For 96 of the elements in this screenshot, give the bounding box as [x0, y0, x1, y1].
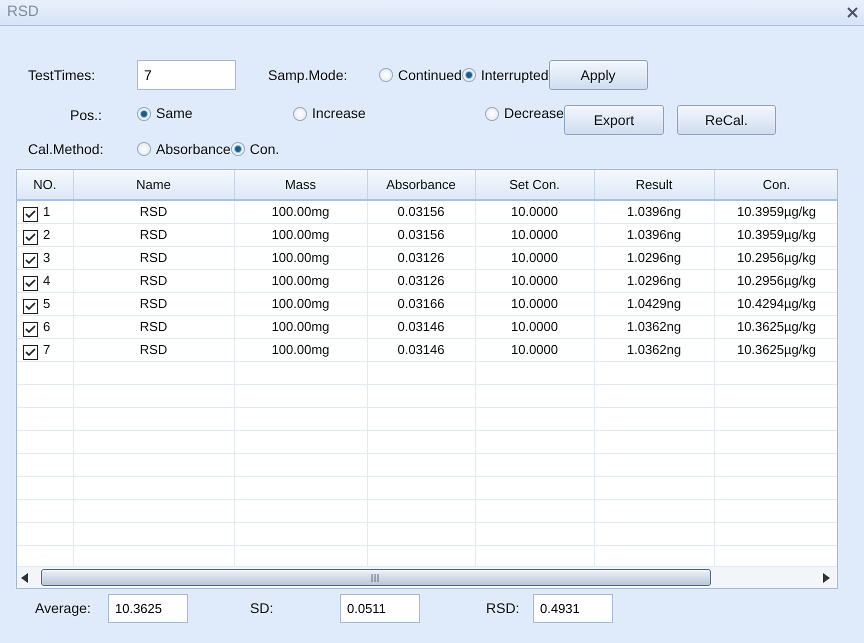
- table-cell: RSD: [73, 292, 234, 315]
- table-cell: 10.0000: [475, 200, 594, 223]
- table-cell: 10.3625µg/kg: [714, 338, 837, 361]
- radio-button[interactable]: [137, 142, 151, 156]
- table-cell: 6: [43, 318, 50, 334]
- table-cell: RSD: [73, 200, 234, 223]
- table-cell: 100.00mg: [234, 292, 367, 315]
- checkbox[interactable]: [23, 230, 38, 244]
- table-cell: 1.0362ng: [594, 338, 714, 361]
- radio-label[interactable]: Con.: [250, 138, 280, 160]
- button[interactable]: Export: [564, 105, 664, 135]
- table-cell: 10.0000: [475, 223, 594, 246]
- table-cell: 10.4294µg/kg: [714, 292, 837, 315]
- column-header[interactable]: Con.: [714, 170, 837, 200]
- table-cell: 100.00mg: [234, 269, 367, 292]
- table-cell: 5: [43, 296, 50, 310]
- scroll-left-icon[interactable]: [21, 572, 29, 583]
- input-field[interactable]: 7: [137, 60, 236, 90]
- checkbox[interactable]: [23, 252, 38, 268]
- checkbox[interactable]: [23, 322, 38, 336]
- table-cell: 1.0296ng: [594, 246, 714, 269]
- table-cell: RSD: [73, 223, 234, 246]
- table-cell: RSD: [73, 315, 234, 338]
- table-cell: 7: [43, 342, 50, 356]
- table-cell: 1.0429ng: [594, 292, 714, 315]
- table-cell: 100.00mg: [234, 338, 367, 361]
- field-label: Samp.Mode:: [268, 66, 348, 85]
- radio-button[interactable]: [485, 106, 499, 120]
- table-cell: 1.0296ng: [594, 269, 714, 292]
- table-cell: 10.0000: [475, 315, 594, 338]
- checkbox[interactable]: [23, 298, 38, 314]
- table-cell: 0.03146: [367, 315, 475, 338]
- radio-button[interactable]: [293, 106, 307, 120]
- table-cell: 0.03146: [367, 338, 475, 361]
- field-label: RSD:: [486, 599, 520, 618]
- table-cell: 3: [43, 250, 50, 264]
- table-cell: 10.2956µg/kg: [714, 269, 837, 292]
- column-header[interactable]: Set Con.: [475, 170, 594, 200]
- table-cell: 1.0396ng: [594, 223, 714, 246]
- input-field[interactable]: 0.4931: [533, 594, 613, 623]
- table-cell: 10.3959µg/kg: [714, 200, 837, 223]
- radio-label[interactable]: Decrease: [504, 103, 564, 124]
- field-label: Pos.:: [70, 106, 103, 125]
- field-label: Cal.Method:: [28, 140, 104, 158]
- scroll-right-icon[interactable]: [822, 572, 830, 583]
- input-field[interactable]: 0.0511: [340, 594, 420, 623]
- table-cell: 100.00mg: [234, 246, 367, 269]
- table-cell: 4: [43, 272, 50, 288]
- table-cell: 10.2956µg/kg: [714, 246, 837, 269]
- radio-label[interactable]: Absorbance: [156, 138, 231, 160]
- field-label: Average:: [35, 599, 92, 618]
- table-cell: 100.00mg: [234, 223, 367, 246]
- button[interactable]: Apply: [548, 60, 648, 90]
- table-cell: 1.0396ng: [594, 200, 714, 223]
- column-header[interactable]: NO.: [17, 170, 73, 200]
- field-label: SD:: [250, 599, 274, 618]
- radio-button[interactable]: [379, 68, 393, 82]
- table-cell: 100.00mg: [234, 200, 367, 223]
- table-cell: 10.0000: [475, 269, 594, 292]
- checkbox[interactable]: [23, 344, 38, 360]
- column-header[interactable]: Mass: [234, 170, 367, 200]
- button[interactable]: ReCal.: [676, 105, 776, 135]
- input-field[interactable]: 10.3625: [108, 594, 188, 623]
- table-cell: RSD: [73, 338, 234, 361]
- column-header[interactable]: Name: [73, 170, 234, 200]
- table-cell: 0.03156: [367, 200, 475, 223]
- radio-button[interactable]: [230, 142, 245, 156]
- table-cell: 2: [43, 226, 50, 242]
- checkbox[interactable]: [23, 276, 38, 290]
- table-cell: 1: [43, 204, 50, 219]
- table-cell: 10.0000: [475, 338, 594, 361]
- column-header[interactable]: Result: [594, 170, 714, 200]
- window-title: RSD: [7, 2, 39, 22]
- table-cell: 10.3959µg/kg: [714, 223, 837, 246]
- table-cell: 0.03126: [367, 246, 475, 269]
- column-header[interactable]: Absorbance: [367, 170, 475, 200]
- checkbox[interactable]: [23, 206, 38, 222]
- close-icon[interactable]: [847, 7, 858, 18]
- field-label: TestTimes:: [28, 66, 96, 84]
- radio-button[interactable]: [462, 68, 476, 82]
- table-cell: 0.03166: [367, 292, 475, 315]
- radio-label[interactable]: Increase: [312, 103, 366, 124]
- radio-label[interactable]: Continued: [398, 64, 462, 86]
- table-cell: 10.3625µg/kg: [714, 315, 837, 338]
- table-cell: RSD: [73, 269, 234, 292]
- table-cell: RSD: [73, 246, 234, 269]
- table-cell: 0.03156: [367, 223, 475, 246]
- radio-button[interactable]: [137, 106, 151, 120]
- table-cell: 10.0000: [475, 246, 594, 269]
- scrollbar-thumb[interactable]: [41, 569, 711, 586]
- table-cell: 1.0362ng: [594, 315, 714, 338]
- table-cell: 100.00mg: [234, 315, 367, 338]
- table-cell: 10.0000: [475, 292, 594, 315]
- radio-label[interactable]: Interrupted: [480, 64, 549, 86]
- table-cell: 0.03126: [367, 269, 475, 292]
- radio-label[interactable]: Same: [156, 103, 193, 124]
